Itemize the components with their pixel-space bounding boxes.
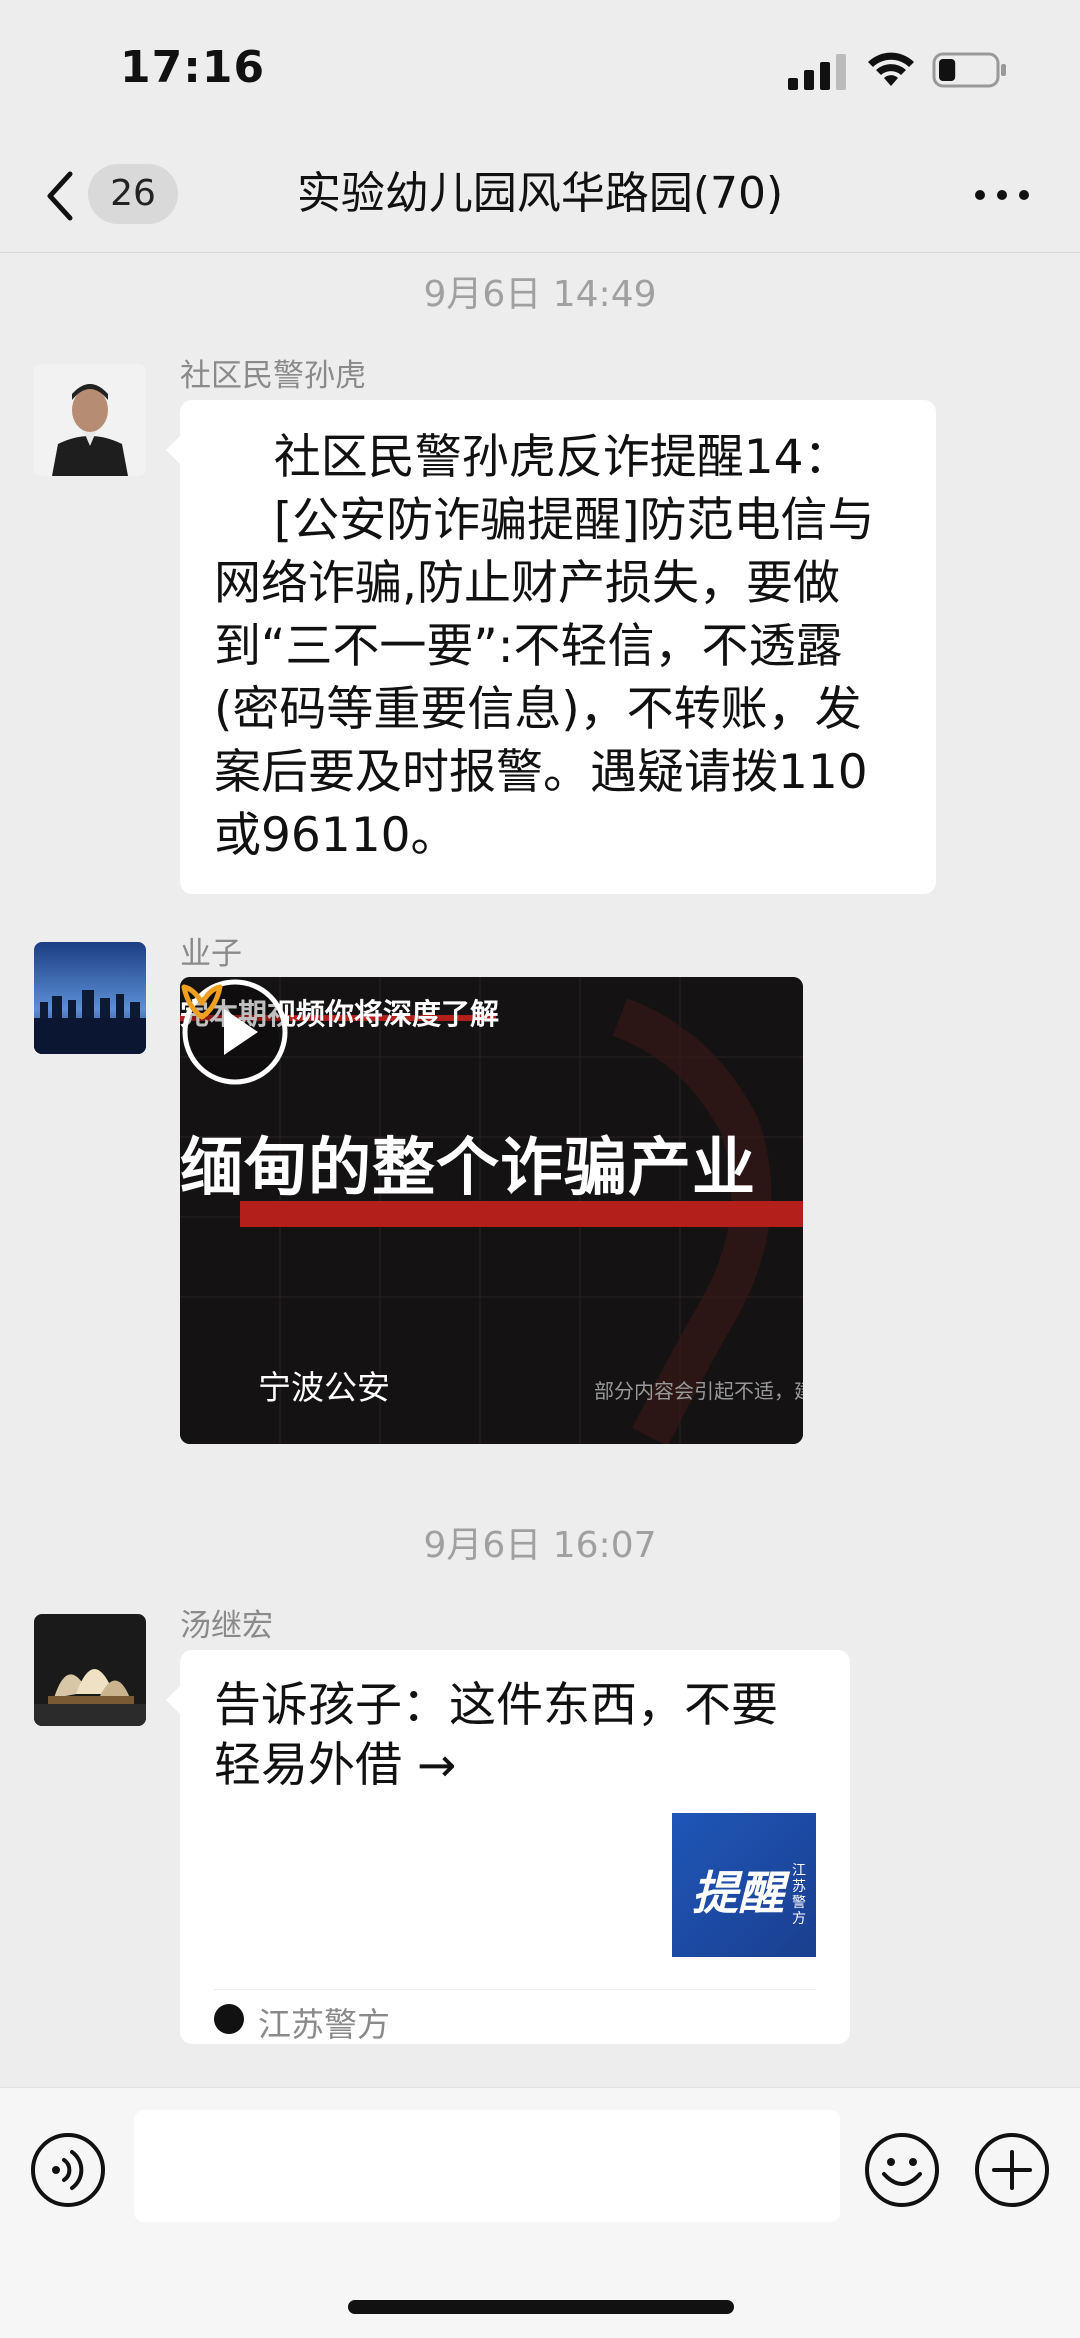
video-main-caption: 缅甸的整个诈骗产业 bbox=[180, 1131, 756, 1204]
article-thumbnail: 提醒 江苏警方 bbox=[672, 1813, 816, 1957]
wifi-icon bbox=[868, 52, 914, 86]
divider bbox=[214, 1989, 816, 1990]
battery-icon bbox=[932, 52, 1006, 88]
article-source-name: 江苏警方 bbox=[258, 2005, 390, 2044]
message-text: 社区民警孙虎反诈提醒14： [公安防诈骗提醒]防范电信与网络诈骗,防止财产损失，… bbox=[214, 430, 875, 863]
plus-icon[interactable] bbox=[974, 2132, 1050, 2208]
status-bar: 17:16 bbox=[0, 0, 1080, 140]
sender-name: 社区民警孙虎 bbox=[180, 358, 366, 394]
unread-count-badge[interactable]: 26 bbox=[88, 164, 178, 224]
emoji-icon[interactable] bbox=[864, 2132, 940, 2208]
avatar[interactable] bbox=[34, 364, 146, 476]
chat-title: 实验幼儿园风华路园(70) bbox=[296, 168, 784, 219]
person-avatar-icon bbox=[34, 364, 146, 476]
message-timestamp: 9月6日 16:07 bbox=[423, 1525, 657, 1566]
sender-name: 汤继宏 bbox=[180, 1608, 273, 1644]
bubble-tail bbox=[166, 436, 180, 464]
avatar[interactable] bbox=[34, 1614, 146, 1726]
shared-article-card[interactable]: 告诉孩子：这件东西，不要轻易外借 → 提醒 江苏警方 江苏警方 bbox=[166, 1650, 850, 2044]
video-source-name: 宁波公安 bbox=[258, 1368, 390, 1407]
article-thumbnail-text: 提醒 bbox=[692, 1866, 784, 1920]
sender-name: 业子 bbox=[180, 936, 242, 972]
status-time: 17:16 bbox=[120, 42, 266, 93]
signal-icon bbox=[788, 54, 846, 90]
account-logo-icon bbox=[214, 2004, 244, 2034]
message-input[interactable] bbox=[134, 2110, 840, 2222]
article-title: 告诉孩子：这件东西，不要轻易外借 → bbox=[214, 1678, 778, 1793]
message-timestamp: 9月6日 14:49 bbox=[423, 274, 657, 315]
city-night-avatar-icon bbox=[34, 942, 146, 1054]
video-message[interactable]: 完本期视频你将深度了解 缅甸的整个诈骗产业 宁波公安 部分内容会引起不适，建 bbox=[180, 977, 803, 1444]
bubble-tail bbox=[166, 1686, 180, 1714]
avatar[interactable] bbox=[34, 942, 146, 1054]
video-disclaimer: 部分内容会引起不适，建 bbox=[594, 1379, 803, 1403]
back-icon[interactable] bbox=[40, 166, 80, 226]
more-icon[interactable] bbox=[970, 180, 1034, 210]
home-indicator[interactable] bbox=[348, 2300, 734, 2314]
article-thumbnail-sub: 江苏警方 bbox=[792, 1863, 806, 1927]
nav-bar: 26 实验幼儿园风华路园(70) bbox=[0, 140, 1080, 253]
message-bubble[interactable]: 社区民警孙虎反诈提醒14： [公安防诈骗提醒]防范电信与网络诈骗,防止财产损失，… bbox=[166, 400, 936, 894]
channel-logo-icon bbox=[181, 984, 223, 1020]
voice-icon[interactable] bbox=[30, 2132, 106, 2208]
opera-house-avatar-icon bbox=[34, 1614, 146, 1726]
